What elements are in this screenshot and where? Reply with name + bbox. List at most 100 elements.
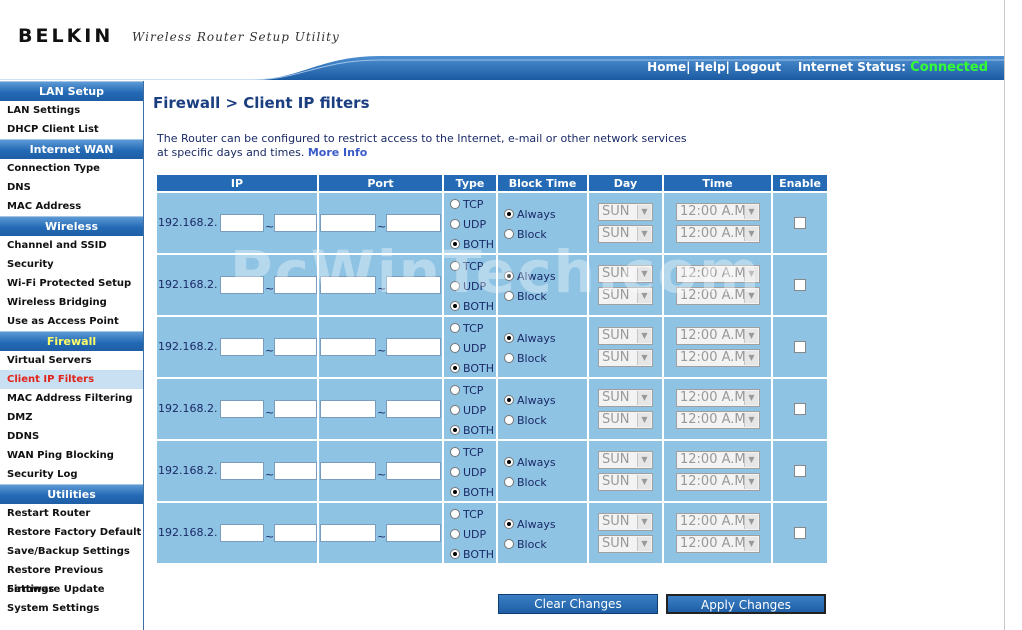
sidebar-item-wireless-bridging[interactable]: Wireless Bridging [0, 293, 143, 312]
enable-checkbox[interactable] [794, 217, 806, 229]
time-end-select[interactable]: 12:00 A.M. ▼ [676, 411, 760, 429]
ip-end-input[interactable] [274, 214, 317, 232]
type-tcp-option[interactable]: TCP [450, 260, 483, 273]
enable-checkbox[interactable] [794, 279, 806, 291]
type-both-option[interactable]: BOTH [450, 548, 494, 561]
sidebar-item-dns[interactable]: DNS [0, 178, 143, 197]
sidebar-item-ddns[interactable]: DDNS [0, 427, 143, 446]
sidebar-item-wi-fi-protected-setup[interactable]: Wi-Fi Protected Setup [0, 274, 143, 293]
sidebar-item-system-settings[interactable]: System Settings [0, 599, 143, 618]
sidebar-item-restore-previous-settings[interactable]: Restore Previous Settings [0, 561, 143, 595]
block-always-option[interactable]: Always [504, 518, 556, 531]
port-start-input[interactable] [320, 338, 376, 356]
type-both-option[interactable]: BOTH [450, 362, 494, 375]
apply-changes-button[interactable]: Apply Changes [666, 594, 826, 614]
port-end-input[interactable] [386, 276, 441, 294]
type-both-option[interactable]: BOTH [450, 424, 494, 437]
time-start-select[interactable]: 12:00 A.M. ▼ [676, 389, 760, 407]
sidebar-item-channel-and-ssid[interactable]: Channel and SSID [0, 236, 143, 255]
day-start-select[interactable]: SUN ▼ [598, 513, 653, 531]
ip-end-input[interactable] [274, 524, 317, 542]
port-start-input[interactable] [320, 462, 376, 480]
day-start-select[interactable]: SUN ▼ [598, 327, 653, 345]
ip-start-input[interactable] [220, 462, 264, 480]
block-always-option[interactable]: Always [504, 332, 556, 345]
sidebar-item-wan-ping-blocking[interactable]: WAN Ping Blocking [0, 446, 143, 465]
port-end-input[interactable] [386, 524, 441, 542]
type-udp-option[interactable]: UDP [450, 404, 486, 417]
sidebar-item-lan-settings[interactable]: LAN Settings [0, 101, 143, 120]
block-schedule-option[interactable]: Block [504, 228, 547, 241]
type-both-option[interactable]: BOTH [450, 300, 494, 313]
clear-changes-button[interactable]: Clear Changes [498, 594, 658, 614]
ip-start-input[interactable] [220, 214, 264, 232]
time-start-select[interactable]: 12:00 A.M. ▼ [676, 327, 760, 345]
ip-end-input[interactable] [274, 338, 317, 356]
type-udp-option[interactable]: UDP [450, 218, 486, 231]
time-start-select[interactable]: 12:00 A.M. ▼ [676, 451, 760, 469]
block-always-option[interactable]: Always [504, 208, 556, 221]
day-end-select[interactable]: SUN ▼ [598, 473, 653, 491]
type-both-option[interactable]: BOTH [450, 238, 494, 251]
time-end-select[interactable]: 12:00 A.M. ▼ [676, 535, 760, 553]
type-tcp-option[interactable]: TCP [450, 384, 483, 397]
sidebar-item-save-backup-settings[interactable]: Save/Backup Settings [0, 542, 143, 561]
block-schedule-option[interactable]: Block [504, 414, 547, 427]
block-always-option[interactable]: Always [504, 270, 556, 283]
type-tcp-option[interactable]: TCP [450, 508, 483, 521]
home-link[interactable]: Home| [647, 60, 690, 74]
day-end-select[interactable]: SUN ▼ [598, 225, 653, 243]
day-end-select[interactable]: SUN ▼ [598, 535, 653, 553]
logout-link[interactable]: Logout [734, 60, 781, 74]
time-end-select[interactable]: 12:00 A.M. ▼ [676, 349, 760, 367]
block-schedule-option[interactable]: Block [504, 476, 547, 489]
day-start-select[interactable]: SUN ▼ [598, 265, 653, 283]
sidebar-item-connection-type[interactable]: Connection Type [0, 159, 143, 178]
sidebar-item-security-log[interactable]: Security Log [0, 465, 143, 484]
sidebar-item-restart-router[interactable]: Restart Router [0, 504, 143, 523]
block-always-option[interactable]: Always [504, 394, 556, 407]
ip-start-input[interactable] [220, 524, 264, 542]
enable-checkbox[interactable] [794, 465, 806, 477]
type-udp-option[interactable]: UDP [450, 528, 486, 541]
day-end-select[interactable]: SUN ▼ [598, 349, 653, 367]
enable-checkbox[interactable] [794, 527, 806, 539]
port-end-input[interactable] [386, 462, 441, 480]
enable-checkbox[interactable] [794, 403, 806, 415]
sidebar-item-virtual-servers[interactable]: Virtual Servers [0, 351, 143, 370]
block-schedule-option[interactable]: Block [504, 538, 547, 551]
sidebar-item-dmz[interactable]: DMZ [0, 408, 143, 427]
day-start-select[interactable]: SUN ▼ [598, 203, 653, 221]
day-end-select[interactable]: SUN ▼ [598, 411, 653, 429]
port-start-input[interactable] [320, 400, 376, 418]
type-udp-option[interactable]: UDP [450, 280, 486, 293]
port-start-input[interactable] [320, 524, 376, 542]
sidebar-item-client-ip-filters[interactable]: Client IP Filters [0, 370, 143, 389]
port-end-input[interactable] [386, 214, 441, 232]
ip-start-input[interactable] [220, 338, 264, 356]
type-tcp-option[interactable]: TCP [450, 446, 483, 459]
time-start-select[interactable]: 12:00 A.M. ▼ [676, 203, 760, 221]
sidebar-item-dhcp-client-list[interactable]: DHCP Client List [0, 120, 143, 139]
help-link[interactable]: Help| [695, 60, 730, 74]
enable-checkbox[interactable] [794, 341, 806, 353]
port-start-input[interactable] [320, 276, 376, 294]
sidebar-item-use-as-access-point[interactable]: Use as Access Point [0, 312, 143, 331]
type-udp-option[interactable]: UDP [450, 466, 486, 479]
block-schedule-option[interactable]: Block [504, 352, 547, 365]
sidebar-item-mac-address-filtering[interactable]: MAC Address Filtering [0, 389, 143, 408]
time-end-select[interactable]: 12:00 A.M. ▼ [676, 473, 760, 491]
port-end-input[interactable] [386, 338, 441, 356]
port-end-input[interactable] [386, 400, 441, 418]
day-end-select[interactable]: SUN ▼ [598, 287, 653, 305]
time-start-select[interactable]: 12:00 A.M. ▼ [676, 513, 760, 531]
day-start-select[interactable]: SUN ▼ [598, 451, 653, 469]
port-start-input[interactable] [320, 214, 376, 232]
more-info-link[interactable]: More Info [308, 146, 368, 159]
time-end-select[interactable]: 12:00 A.M. ▼ [676, 225, 760, 243]
ip-end-input[interactable] [274, 276, 317, 294]
block-always-option[interactable]: Always [504, 456, 556, 469]
sidebar-item-restore-factory-default[interactable]: Restore Factory Default [0, 523, 143, 542]
type-tcp-option[interactable]: TCP [450, 198, 483, 211]
ip-start-input[interactable] [220, 400, 264, 418]
